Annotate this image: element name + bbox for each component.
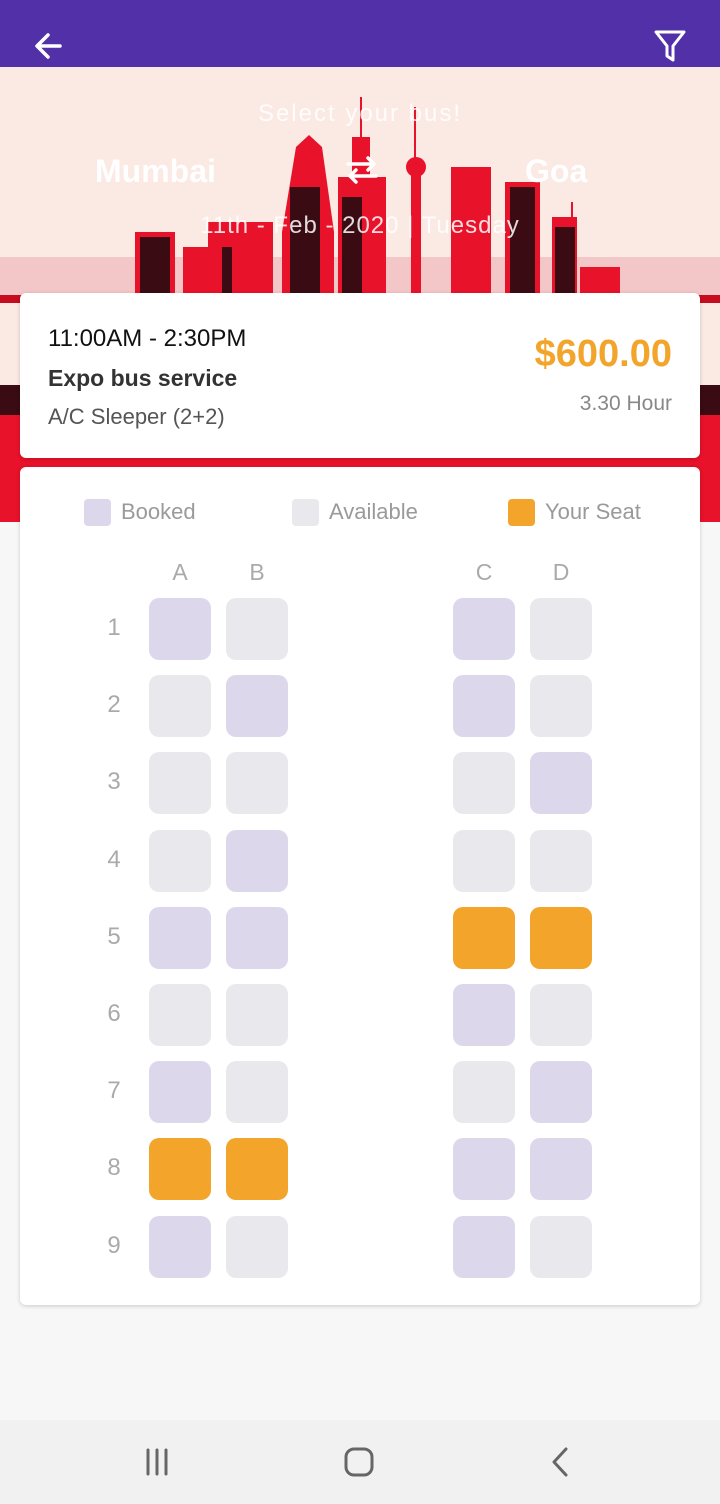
seat-a5[interactable] <box>149 907 211 969</box>
seat-c4[interactable] <box>453 830 515 892</box>
seat-d6[interactable] <box>530 984 592 1046</box>
seat-d2[interactable] <box>530 675 592 737</box>
legend-your-seat: Your Seat <box>508 497 641 527</box>
travel-date[interactable]: 11th - Feb - 2020 | Tuesday <box>0 212 720 240</box>
seat-a1[interactable] <box>149 598 211 660</box>
seat-b1[interactable] <box>226 598 288 660</box>
swap-arrows-icon[interactable] <box>340 152 384 188</box>
column-label-d: D <box>552 559 570 585</box>
seat-d8[interactable] <box>530 1138 592 1200</box>
seat-b2[interactable] <box>226 675 288 737</box>
seat-a8[interactable] <box>149 1138 211 1200</box>
seat-a4[interactable] <box>149 830 211 892</box>
legend-your-seat-swatch <box>508 498 535 526</box>
seat-c5[interactable] <box>453 907 515 969</box>
row-label: 2 <box>107 691 121 718</box>
legend-booked-label: Booked <box>121 499 196 524</box>
column-label-c: C <box>475 559 493 585</box>
destination-city[interactable]: Goa <box>525 153 587 190</box>
seat-c2[interactable] <box>453 675 515 737</box>
column-label-b: B <box>249 559 265 585</box>
nav-back-icon[interactable] <box>541 1444 581 1480</box>
arrow-left-icon[interactable] <box>30 26 70 66</box>
seat-d3[interactable] <box>530 752 592 814</box>
seat-b3[interactable] <box>226 752 288 814</box>
seat-d9[interactable] <box>530 1216 592 1278</box>
bus-type: A/C Sleeper (2+2) <box>48 404 225 429</box>
legend-available: Available <box>292 497 418 527</box>
seat-d1[interactable] <box>530 598 592 660</box>
seat-c7[interactable] <box>453 1061 515 1123</box>
row-label: 1 <box>107 614 121 641</box>
seat-b6[interactable] <box>226 984 288 1046</box>
seat-c9[interactable] <box>453 1216 515 1278</box>
seat-a7[interactable] <box>149 1061 211 1123</box>
seat-a9[interactable] <box>149 1216 211 1278</box>
bus-timing: 11:00AM - 2:30PM <box>48 325 247 352</box>
row-label: 6 <box>107 1000 121 1027</box>
seat-b7[interactable] <box>226 1061 288 1123</box>
home-icon[interactable] <box>339 1444 379 1480</box>
seat-c3[interactable] <box>453 752 515 814</box>
legend-your-seat-label: Your Seat <box>545 499 641 524</box>
row-label: 7 <box>107 1077 121 1104</box>
row-label: 5 <box>107 923 121 950</box>
seat-b8[interactable] <box>226 1138 288 1200</box>
seat-a3[interactable] <box>149 752 211 814</box>
hero-subtitle: Select your bus! <box>257 100 463 127</box>
bus-info-card[interactable]: 11:00AM - 2:30PM Expo bus service A/C Sl… <box>20 293 700 458</box>
bus-operator: Expo bus service <box>48 365 238 391</box>
seat-d7[interactable] <box>530 1061 592 1123</box>
seat-a6[interactable] <box>149 984 211 1046</box>
seat-c8[interactable] <box>453 1138 515 1200</box>
legend-booked: Booked <box>84 497 196 527</box>
row-label: 3 <box>107 768 121 795</box>
legend-booked-swatch <box>84 498 111 526</box>
seat-b9[interactable] <box>226 1216 288 1278</box>
ticket-price: $600.00 <box>534 333 672 375</box>
origin-city[interactable]: Mumbai <box>95 153 216 190</box>
seat-d4[interactable] <box>530 830 592 892</box>
seat-d5[interactable] <box>530 907 592 969</box>
legend-available-label: Available <box>329 499 418 524</box>
row-label: 8 <box>107 1154 121 1181</box>
seat-c1[interactable] <box>453 598 515 660</box>
column-label-a: A <box>172 559 188 585</box>
filter-icon[interactable] <box>650 26 690 66</box>
seat-map-panel: Booked Available Your Seat A B C D 1 2 3 4 5… <box>20 467 700 1305</box>
seat-c6[interactable] <box>453 984 515 1046</box>
trip-duration: 3.30 Hour <box>579 392 672 415</box>
recent-apps-icon[interactable] <box>137 1444 177 1480</box>
app-bar <box>0 0 720 67</box>
row-label: 4 <box>107 846 121 873</box>
legend-available-swatch <box>292 498 319 526</box>
seat-a2[interactable] <box>149 675 211 737</box>
row-label: 9 <box>107 1232 121 1259</box>
seat-b5[interactable] <box>226 907 288 969</box>
system-navigation-bar <box>0 1420 720 1504</box>
seat-b4[interactable] <box>226 830 288 892</box>
